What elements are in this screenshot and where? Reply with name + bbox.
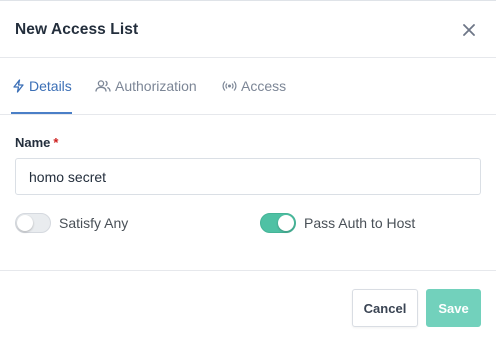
users-icon [95, 80, 111, 92]
modal-title: New Access List [15, 21, 139, 38]
pass-auth-switch[interactable] [260, 213, 296, 233]
required-marker: * [53, 135, 59, 150]
active-tab-indicator [11, 112, 72, 114]
zap-icon [13, 79, 24, 93]
tab-access-label: Access [241, 78, 287, 94]
tab-details-label: Details [29, 78, 72, 94]
satisfy-any-toggle[interactable]: Satisfy Any [15, 212, 128, 234]
close-button[interactable] [459, 20, 479, 40]
name-input[interactable] [15, 158, 481, 195]
satisfy-any-label: Satisfy Any [59, 215, 129, 231]
save-button[interactable]: Save [426, 289, 481, 327]
pass-auth-toggle[interactable]: Pass Auth to Host [260, 212, 415, 234]
tab-bar: Details Authorization Access [0, 58, 496, 115]
switch-knob [278, 215, 294, 231]
satisfy-any-switch[interactable] [15, 213, 51, 233]
tab-authorization[interactable]: Authorization [95, 58, 197, 114]
access-list-modal: New Access List Details Authorization Ac… [0, 0, 496, 341]
radio-icon [222, 81, 237, 91]
close-icon [463, 24, 475, 36]
modal-header: New Access List [0, 1, 496, 58]
switch-knob [17, 215, 33, 231]
tab-details[interactable]: Details [12, 58, 72, 114]
name-field-label: Name * [15, 135, 58, 150]
cancel-button[interactable]: Cancel [352, 289, 418, 327]
tab-authorization-label: Authorization [115, 78, 197, 94]
tab-access[interactable]: Access [222, 58, 286, 114]
modal-footer: Cancel Save [0, 270, 496, 341]
name-label-text: Name [15, 135, 51, 150]
pass-auth-label: Pass Auth to Host [304, 215, 416, 231]
